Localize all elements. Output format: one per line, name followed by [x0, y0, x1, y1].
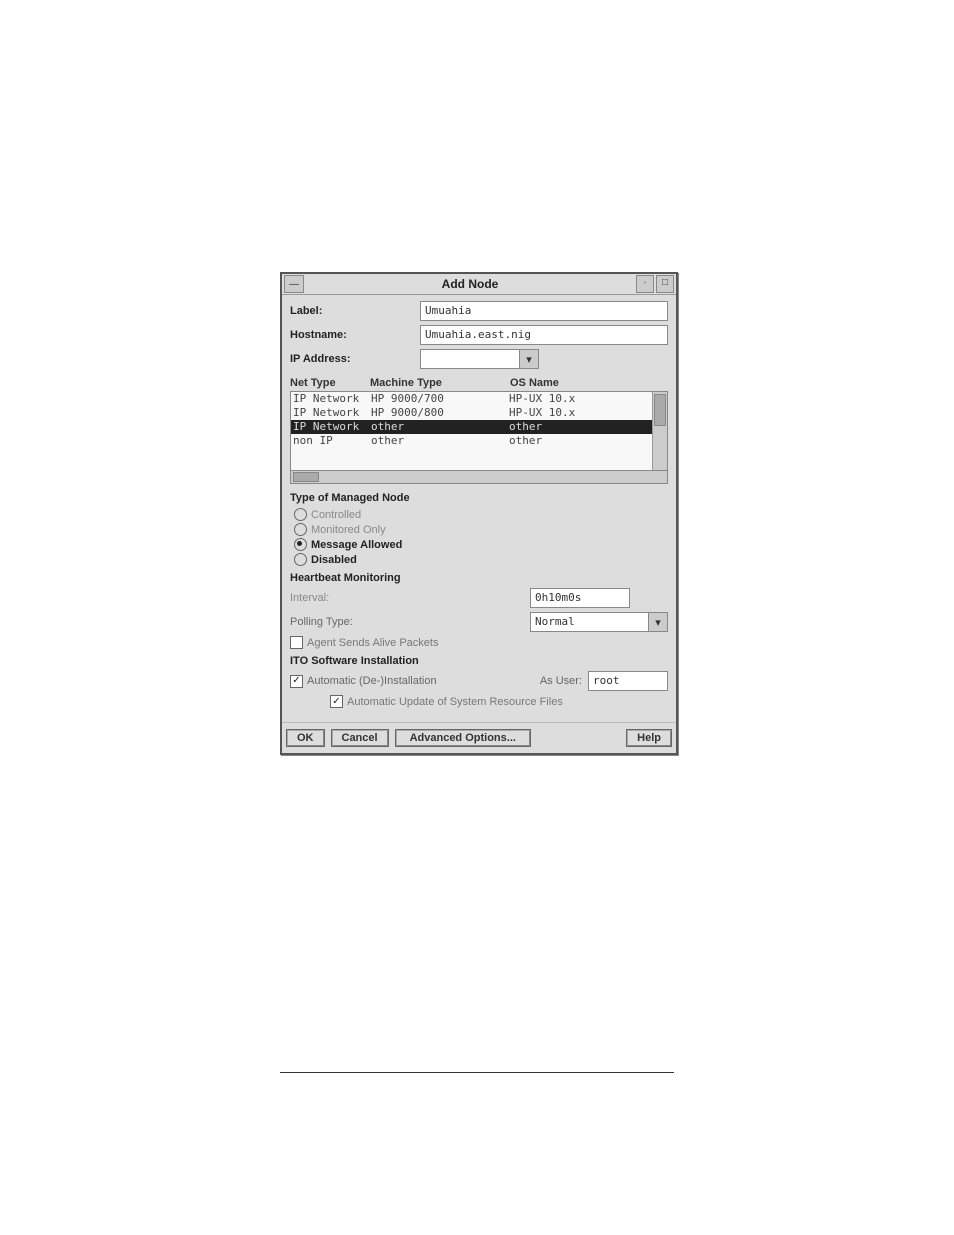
auto-install-label: Automatic (De-)Installation — [307, 675, 437, 687]
minimize-button[interactable]: · — [636, 275, 654, 293]
radio-disabled[interactable]: Disabled — [294, 553, 668, 566]
window-title: Add Node — [304, 277, 636, 291]
scrollbar-thumb[interactable] — [654, 394, 666, 426]
header-osname: OS Name — [510, 377, 668, 389]
header-machine: Machine Type — [370, 377, 510, 389]
agent-alive-label: Agent Sends Alive Packets — [307, 637, 438, 649]
list-headers: Net Type Machine Type OS Name — [290, 377, 668, 389]
managed-node-title: Type of Managed Node — [290, 492, 668, 504]
ok-button[interactable]: OK — [286, 729, 325, 747]
add-node-dialog: — Add Node · □ Label: Umuahia Hostname: … — [280, 272, 678, 755]
list-horizontal-scrollbar[interactable] — [290, 471, 668, 484]
agent-alive-checkbox[interactable] — [290, 636, 303, 649]
list-vertical-scrollbar[interactable] — [652, 392, 667, 470]
label-input[interactable]: Umuahia — [420, 301, 668, 321]
auto-install-checkbox[interactable] — [290, 675, 303, 688]
maximize-button[interactable]: □ — [656, 275, 674, 293]
auto-update-checkbox[interactable] — [330, 695, 343, 708]
radio-message-allowed[interactable]: Message Allowed — [294, 538, 668, 551]
advanced-options-button[interactable]: Advanced Options... — [395, 729, 531, 747]
label-label: Label: — [290, 305, 420, 317]
page-footer-rule — [280, 1072, 674, 1073]
radio-icon — [294, 553, 307, 566]
ip-address-input[interactable] — [420, 349, 520, 369]
cancel-button[interactable]: Cancel — [331, 729, 389, 747]
hostname-label: Hostname: — [290, 329, 420, 341]
polling-type-dropdown-icon[interactable]: ▾ — [648, 612, 668, 632]
radio-controlled[interactable]: Controlled — [294, 508, 668, 521]
ito-title: ITO Software Installation — [290, 655, 668, 667]
interval-input[interactable]: 0h10m0s — [530, 588, 630, 608]
polling-type-select[interactable]: Normal — [530, 612, 649, 632]
titlebar: — Add Node · □ — [282, 274, 676, 295]
ip-address-label: IP Address: — [290, 353, 420, 365]
as-user-label: As User: — [540, 675, 582, 687]
polling-type-label: Polling Type: — [290, 616, 530, 628]
interval-label: Interval: — [290, 592, 530, 604]
list-item[interactable]: IP Network other other — [291, 420, 652, 434]
list-item[interactable]: IP Network HP 9000/700 HP-UX 10.x — [291, 392, 652, 406]
help-button[interactable]: Help — [626, 729, 672, 747]
radio-icon — [294, 523, 307, 536]
radio-monitored[interactable]: Monitored Only — [294, 523, 668, 536]
radio-icon — [294, 538, 307, 551]
radio-icon — [294, 508, 307, 521]
ip-address-dropdown-icon[interactable]: ▾ — [519, 349, 539, 369]
as-user-input[interactable]: root — [588, 671, 668, 691]
system-menu-icon[interactable]: — — [284, 275, 304, 293]
heartbeat-title: Heartbeat Monitoring — [290, 572, 668, 584]
header-nettype: Net Type — [290, 377, 370, 389]
list-item[interactable]: non IP other other — [291, 434, 652, 448]
scrollbar-thumb[interactable] — [293, 472, 319, 482]
list-item[interactable]: IP Network HP 9000/800 HP-UX 10.x — [291, 406, 652, 420]
hostname-input[interactable]: Umuahia.east.nig — [420, 325, 668, 345]
managed-node-radiogroup: Controlled Monitored Only Message Allowe… — [294, 508, 668, 566]
node-type-listbox[interactable]: IP Network HP 9000/700 HP-UX 10.x IP Net… — [290, 391, 668, 471]
button-row: OK Cancel Advanced Options... Help — [282, 722, 676, 753]
auto-update-label: Automatic Update of System Resource File… — [347, 696, 563, 708]
